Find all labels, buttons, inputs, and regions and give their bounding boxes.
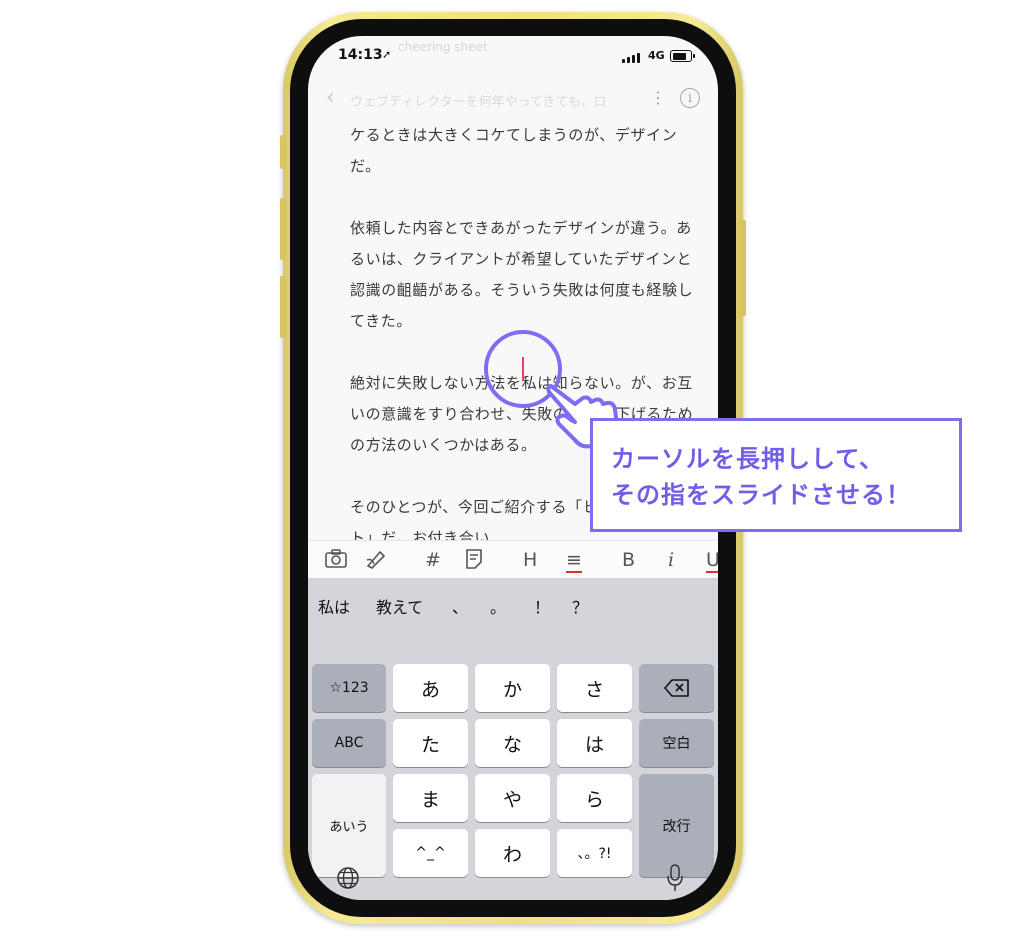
key-ra[interactable]: ら xyxy=(557,774,632,822)
heading-icon[interactable]: H xyxy=(523,549,537,571)
kana-mode-key[interactable]: あいう xyxy=(312,774,386,877)
key-na[interactable]: な xyxy=(475,719,550,767)
volume-down-button xyxy=(280,276,286,338)
globe-icon[interactable] xyxy=(336,866,360,890)
camera-icon[interactable] xyxy=(324,548,348,575)
key-ya[interactable]: や xyxy=(475,774,550,822)
cellular-signal-icon xyxy=(622,51,644,63)
note-title: ウェブディレクターを何年やってきても、ロ xyxy=(350,95,607,110)
info-icon[interactable]: i xyxy=(680,88,700,108)
key-ha[interactable]: は xyxy=(557,719,632,767)
italic-icon[interactable]: i xyxy=(668,549,674,571)
callout-text: カーソルを長押しして、 その指をスライドさせる！ xyxy=(611,441,911,513)
list-icon[interactable]: ≡ xyxy=(566,549,582,573)
pen-icon[interactable] xyxy=(364,548,388,575)
candidate-word[interactable]: 。 xyxy=(490,594,506,618)
hashtag-icon[interactable]: # xyxy=(425,549,441,571)
location-arrow-icon: ➚ xyxy=(382,48,392,61)
key-sa[interactable]: さ xyxy=(557,664,632,712)
status-time: 14:13 xyxy=(338,47,383,63)
candidate-word[interactable]: 、 xyxy=(452,594,468,618)
candidate-word[interactable]: ？ xyxy=(572,594,588,618)
backspace-icon xyxy=(663,679,689,697)
status-bar: 14:13 ➚ cheering sheet 4G xyxy=(308,36,718,78)
microphone-icon[interactable] xyxy=(667,864,683,892)
note-nav-bar: ‹ ウェブディレクターを何年やってきても、ロ ⋮ i xyxy=(308,84,718,116)
key-emoticon[interactable]: ^_^ xyxy=(393,829,468,877)
back-chevron-icon[interactable]: ‹ xyxy=(326,87,335,109)
abc-key[interactable]: ABC xyxy=(312,719,386,767)
japanese-keyboard: 私は 教えて 、 。 ！ ？ ☆123 あ か さ ABC た な は 空白 あ… xyxy=(308,578,718,900)
callout-line-1: カーソルを長押しして、 xyxy=(611,445,885,473)
ghost-overlay-text: cheering sheet xyxy=(398,40,488,54)
key-wa[interactable]: わ xyxy=(475,829,550,877)
paragraph[interactable]: ケるときは大きくコケてしまうのが、デザインだ。 xyxy=(350,120,700,182)
power-button xyxy=(740,220,746,316)
symbols-key[interactable]: ☆123 xyxy=(312,664,386,712)
volume-up-button xyxy=(280,198,286,260)
format-toolbar: # H ≡ B i U xyxy=(308,540,718,579)
key-punctuation[interactable]: 、。?! xyxy=(557,829,632,877)
underline-icon[interactable]: U xyxy=(706,549,718,573)
space-key[interactable]: 空白 xyxy=(639,719,714,767)
annotation-callout: カーソルを長押しして、 その指をスライドさせる！ xyxy=(590,418,962,532)
battery-icon xyxy=(670,50,695,62)
network-type: 4G xyxy=(648,49,665,62)
candidate-word[interactable]: 教えて xyxy=(376,594,423,618)
bold-icon[interactable]: B xyxy=(622,549,635,571)
key-a[interactable]: あ xyxy=(393,664,468,712)
return-key[interactable]: 改行 xyxy=(639,774,714,877)
key-ta[interactable]: た xyxy=(393,719,468,767)
key-ma[interactable]: ま xyxy=(393,774,468,822)
candidate-word[interactable]: ！ xyxy=(534,594,550,618)
key-ka[interactable]: か xyxy=(475,664,550,712)
more-vertical-icon[interactable]: ⋮ xyxy=(650,90,666,106)
callout-line-2: その指をスライドさせる！ xyxy=(611,481,911,509)
delete-key[interactable] xyxy=(639,664,714,712)
mute-switch xyxy=(280,135,286,169)
paragraph[interactable]: 依頼した内容とできあがったデザインが違う。あるいは、クライアントが希望していたデ… xyxy=(350,213,700,337)
note-icon[interactable] xyxy=(464,548,484,575)
candidate-word[interactable]: 私は xyxy=(318,594,350,618)
